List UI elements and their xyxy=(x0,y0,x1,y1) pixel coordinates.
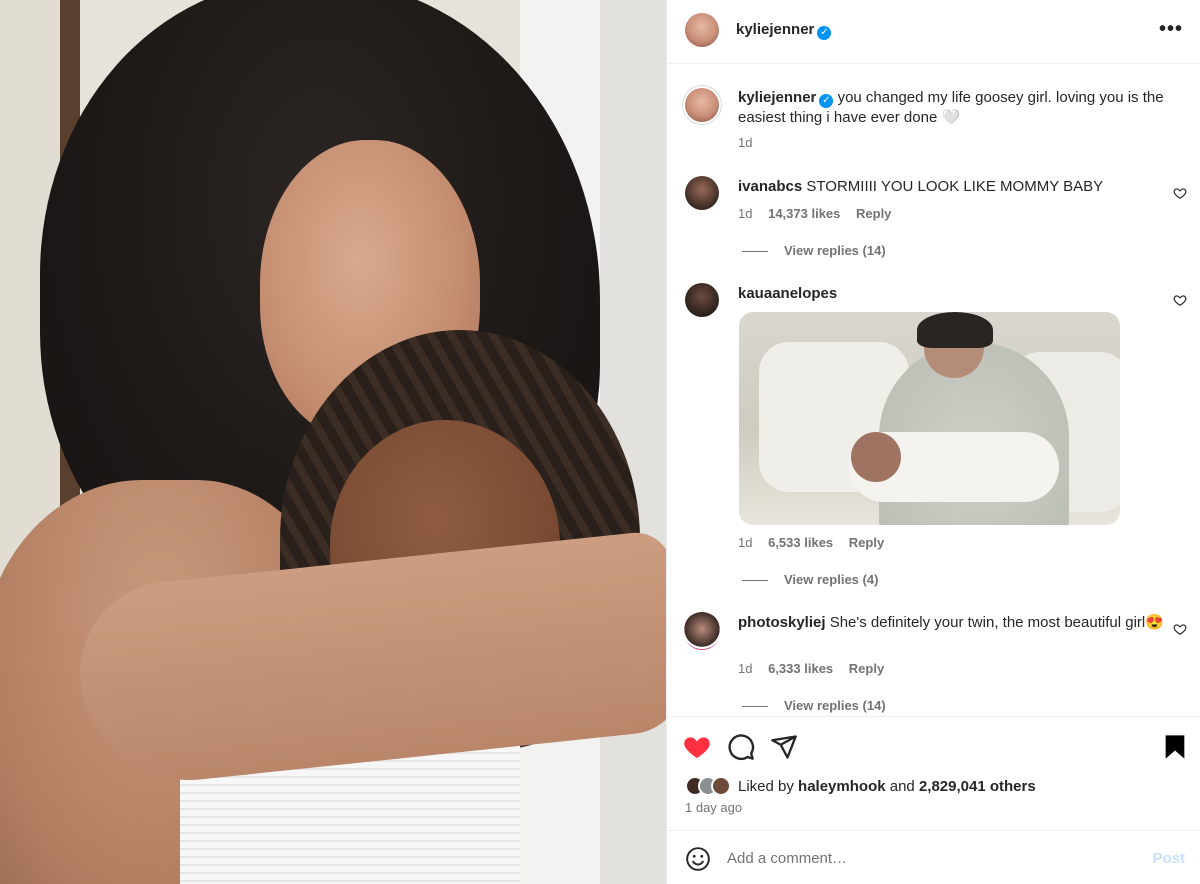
like-comment-heart-icon[interactable] xyxy=(1173,293,1187,307)
post-button[interactable]: Post xyxy=(1152,850,1185,867)
comment-likes[interactable]: 6,533 likes xyxy=(768,535,833,550)
replies-divider xyxy=(742,706,768,708)
reply-button[interactable]: Reply xyxy=(856,206,891,221)
comment-meta: 1d 6,533 likes Reply xyxy=(738,535,896,550)
comment-input[interactable] xyxy=(727,845,1127,871)
comment-time[interactable]: 1d xyxy=(738,535,752,550)
liker-avatar xyxy=(711,776,731,796)
post-photo[interactable] xyxy=(0,0,666,884)
emoji-icon[interactable] xyxy=(685,846,711,872)
like-heart-icon[interactable] xyxy=(683,733,711,761)
comment-meta: 1d 6,333 likes Reply xyxy=(738,661,896,676)
author-name-row: kyliejenner ✓ xyxy=(736,21,832,40)
view-replies-label: View replies (14) xyxy=(784,243,886,258)
liked-by-row: Liked by haleymhook and 2,829,041 others xyxy=(685,776,1036,796)
author-username[interactable]: kyliejenner xyxy=(736,21,814,38)
comment-username[interactable]: kauaanelopes xyxy=(738,285,837,302)
post-header: kyliejenner ✓ ••• xyxy=(667,0,1200,64)
post-time-ago[interactable]: 1 day ago xyxy=(685,800,742,815)
view-replies-button[interactable]: View replies (14) xyxy=(742,698,886,713)
comment-username[interactable]: ivanabcs xyxy=(738,178,802,195)
verified-badge-icon: ✓ xyxy=(817,26,832,40)
comment-likes[interactable]: 6,333 likes xyxy=(768,661,833,676)
caption-text-block: kyliejenner ✓ you changed my life goosey … xyxy=(738,88,1177,128)
verified-badge-icon: ✓ xyxy=(819,94,834,108)
comment-gif-image[interactable] xyxy=(739,312,1120,525)
post-actions: Liked by haleymhook and 2,829,041 others… xyxy=(667,716,1200,830)
replies-divider xyxy=(742,251,768,253)
liked-by-text[interactable]: Liked by haleymhook and 2,829,041 others xyxy=(738,778,1036,795)
comment-text-block: kauaanelopes xyxy=(738,284,1177,304)
view-replies-label: View replies (4) xyxy=(784,572,879,587)
comment-time[interactable]: 1d xyxy=(738,661,752,676)
commenter-avatar[interactable] xyxy=(685,283,719,317)
author-avatar[interactable] xyxy=(685,13,719,47)
gif-hair xyxy=(917,312,993,348)
more-options-icon[interactable]: ••• xyxy=(1159,18,1183,41)
liked-by-prefix: Liked by xyxy=(738,777,794,795)
commenter-avatar[interactable] xyxy=(685,176,719,210)
share-send-icon[interactable] xyxy=(770,733,798,761)
comment-bubble-icon[interactable] xyxy=(727,733,755,761)
like-comment-heart-icon[interactable] xyxy=(1173,186,1187,200)
caption-meta: 1d xyxy=(738,135,764,150)
liked-by-others[interactable]: 2,829,041 others xyxy=(919,778,1036,795)
caption-time[interactable]: 1d xyxy=(738,135,752,150)
view-replies-label: View replies (14) xyxy=(784,698,886,713)
caption-username[interactable]: kyliejenner xyxy=(738,89,816,106)
like-comment-heart-icon[interactable] xyxy=(1173,622,1187,636)
comment-text-block: photoskyliej She's definitely your twin,… xyxy=(738,613,1177,633)
add-comment-bar: Post xyxy=(667,830,1200,884)
comment-text-block: ivanabcs STORMIIII YOU LOOK LIKE MOMMY B… xyxy=(738,177,1177,197)
comment-text: STORMIIII YOU LOOK LIKE MOMMY BABY xyxy=(806,178,1104,195)
commenter-avatar-story-ring[interactable] xyxy=(683,612,721,650)
reply-button[interactable]: Reply xyxy=(849,661,884,676)
view-replies-button[interactable]: View replies (4) xyxy=(742,572,878,587)
replies-divider xyxy=(742,580,768,582)
bookmark-icon[interactable] xyxy=(1161,733,1189,761)
caption-avatar[interactable] xyxy=(685,88,719,122)
gif-baby-head xyxy=(851,432,901,482)
view-replies-button[interactable]: View replies (14) xyxy=(742,243,886,258)
liked-by-and: and xyxy=(889,777,915,795)
comment-username[interactable]: photoskyliej xyxy=(738,614,826,631)
liked-by-user[interactable]: haleymhook xyxy=(798,778,886,795)
comment-likes[interactable]: 14,373 likes xyxy=(768,206,840,221)
reply-button[interactable]: Reply xyxy=(849,535,884,550)
comment-meta: 1d 14,373 likes Reply xyxy=(738,206,903,221)
comment-time[interactable]: 1d xyxy=(738,206,752,221)
comment-text: She's definitely your twin, the most bea… xyxy=(829,614,1164,631)
post-details-panel: kyliejenner ✓ ••• kyliejenner ✓ you change… xyxy=(666,0,1200,884)
